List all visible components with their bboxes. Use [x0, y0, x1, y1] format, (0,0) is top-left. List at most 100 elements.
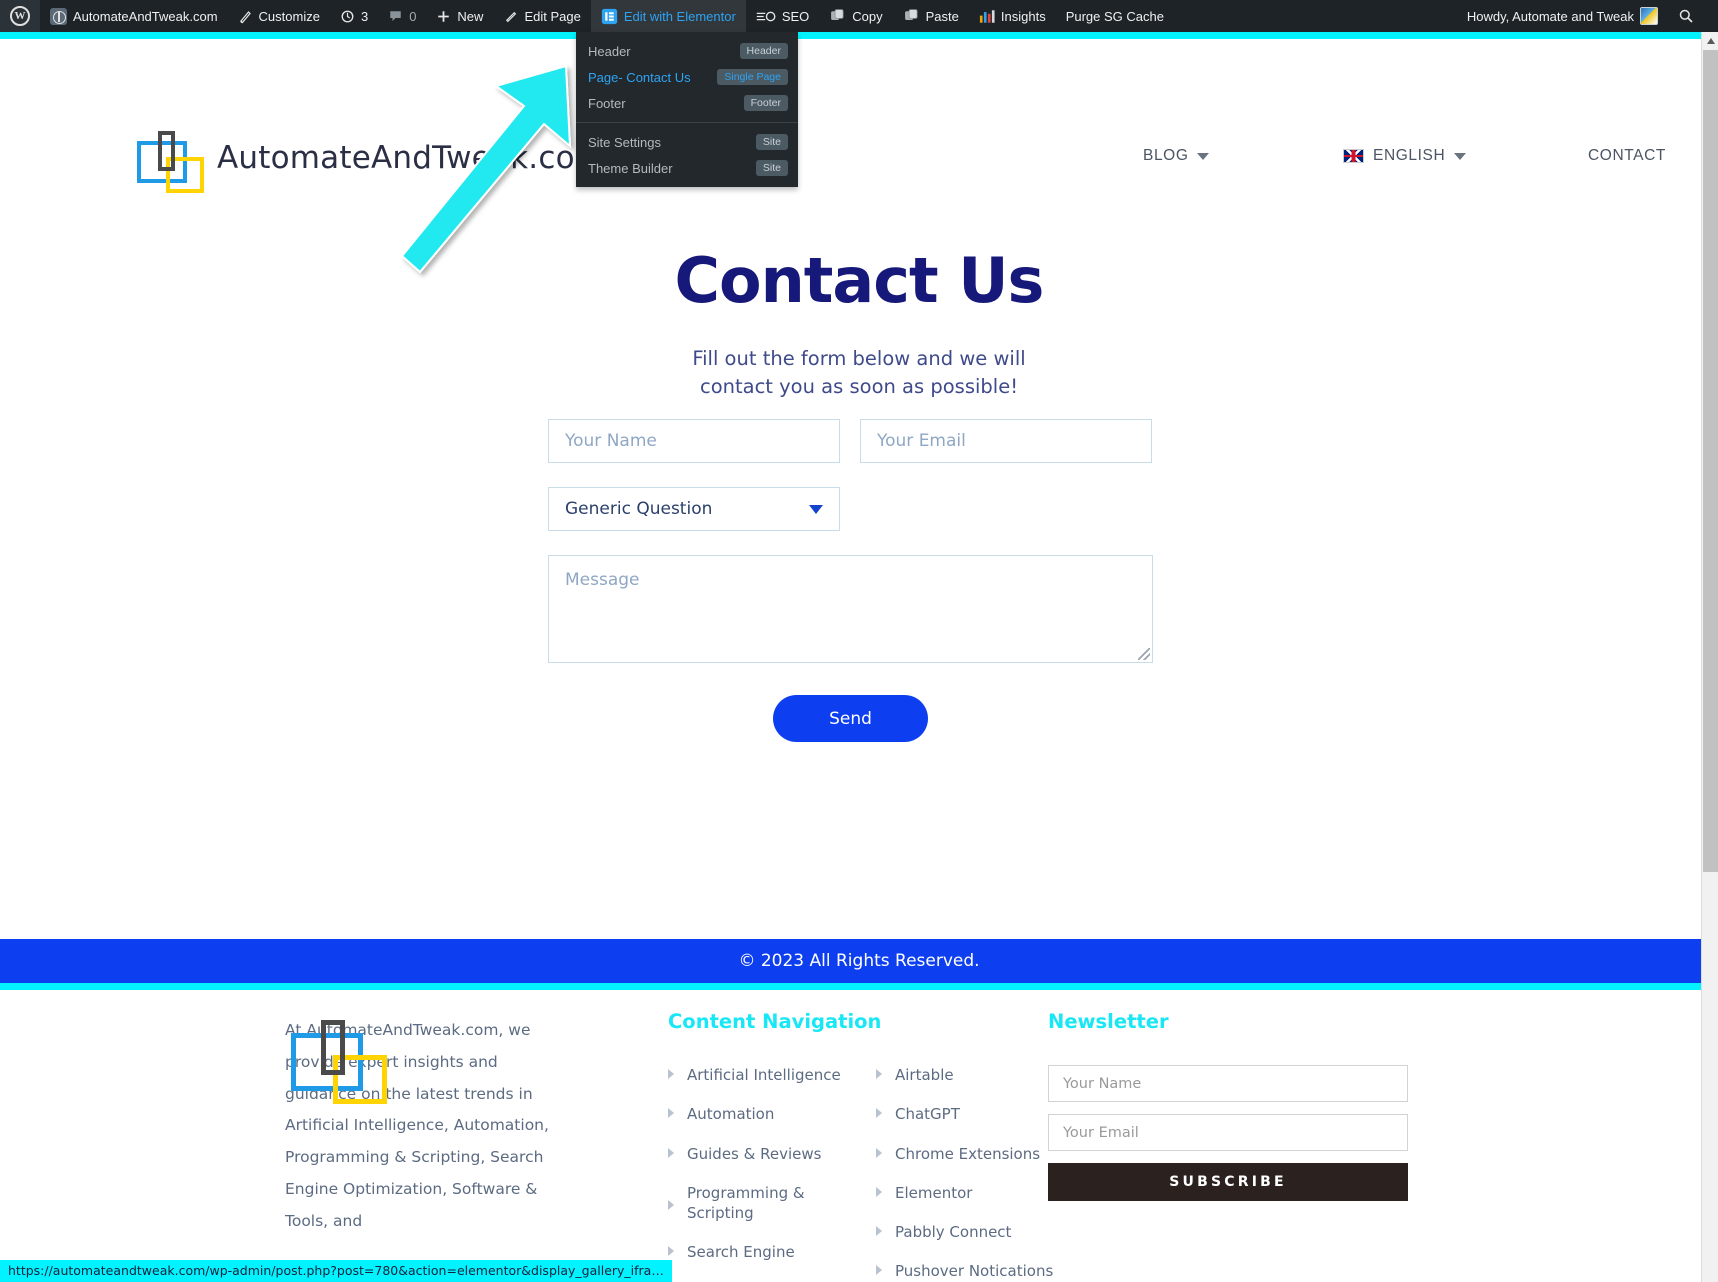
adminbar-comments[interactable]: 0: [378, 0, 426, 32]
site-logo-text: AutomateAndTweak.com: [217, 140, 606, 176]
elementor-menu-item-page-contact-us[interactable]: Page- Contact Us Single Page: [576, 64, 798, 90]
newsletter-email-field[interactable]: Your Email: [1048, 1114, 1408, 1151]
list-item[interactable]: Chrome Extensions: [876, 1144, 1066, 1164]
elementor-menu-item-header[interactable]: Header Header: [576, 38, 798, 64]
comment-bubble-icon: [388, 9, 403, 24]
paintbrush-icon: [238, 9, 253, 24]
topic-select-value: Generic Question: [565, 499, 713, 519]
edit-page-label: Edit Page: [524, 8, 581, 24]
list-item[interactable]: Programming & Scripting: [668, 1183, 858, 1224]
search-icon: [1678, 8, 1694, 24]
footer-link-label: Elementor: [895, 1183, 973, 1202]
wordpress-logo-menu[interactable]: [0, 0, 40, 32]
nav-language-label: ENGLISH: [1373, 147, 1446, 164]
contact-form: Your Name Your Email Generic Question Me…: [548, 419, 1153, 742]
list-item[interactable]: Guides & Reviews: [668, 1144, 858, 1164]
chevron-down-icon: [809, 504, 823, 514]
site-dashboard-icon: [50, 7, 67, 25]
list-item[interactable]: Pabbly Connect: [876, 1222, 1066, 1242]
adminbar-customize[interactable]: Customize: [228, 0, 330, 32]
wp-admin-bar: AutomateAndTweak.com Customize 3 0 New: [0, 0, 1718, 32]
uk-flag-icon: [1343, 149, 1364, 163]
list-item[interactable]: Artificial Intelligence: [668, 1065, 858, 1085]
page-main: Contact Us Fill out the form below and w…: [0, 169, 1718, 939]
email-field[interactable]: Your Email: [860, 419, 1152, 463]
arrow-right-icon: [876, 1069, 882, 1079]
avatar: [1640, 7, 1658, 25]
footer-link-label: ChatGPT: [895, 1105, 960, 1124]
message-placeholder: Message: [565, 570, 640, 590]
elementor-item-label: Site Settings: [588, 134, 661, 150]
arrow-right-icon: [876, 1226, 882, 1236]
site-logo[interactable]: AutomateAndTweak.com: [133, 127, 606, 193]
list-item[interactable]: ChatGPT: [876, 1104, 1066, 1124]
elementor-item-badge: Footer: [743, 95, 788, 111]
vertical-scrollbar[interactable]: [1701, 32, 1718, 1282]
topic-select[interactable]: Generic Question: [548, 487, 840, 531]
newsletter-heading: Newsletter: [1048, 1010, 1169, 1033]
elementor-item-label: Header: [588, 43, 631, 59]
arrow-right-icon: [876, 1186, 882, 1197]
nav-contact-label: CONTACT: [1588, 147, 1666, 164]
purge-cache-label: Purge SG Cache: [1065, 8, 1164, 24]
updates-refresh-icon: [340, 9, 355, 24]
name-field[interactable]: Your Name: [548, 419, 840, 463]
paste-label: Paste: [925, 8, 959, 24]
adminbar-search[interactable]: [1668, 0, 1718, 32]
elementor-item-label: Theme Builder: [588, 160, 673, 176]
chevron-down-icon: [1454, 152, 1467, 160]
copy-icon: [829, 8, 846, 24]
adminbar-copy[interactable]: Copy: [819, 0, 892, 32]
arrow-right-icon: [668, 1069, 674, 1079]
adminbar-edit-with-elementor[interactable]: Edit with Elementor: [590, 0, 746, 32]
elementor-item-label: Page- Contact Us: [588, 69, 691, 85]
list-item[interactable]: Airtable: [876, 1065, 1066, 1085]
adminbar-new[interactable]: New: [426, 0, 493, 32]
adminbar-updates[interactable]: 3: [330, 0, 378, 32]
adminbar-seo[interactable]: SEO: [746, 0, 819, 32]
comments-count: 0: [409, 8, 417, 24]
footer-link-columns: Artificial Intelligence Automation Guide…: [668, 1065, 1068, 1282]
elementor-menu-item-footer[interactable]: Footer Footer: [576, 90, 798, 116]
status-bar-url: https://automateandtweak.com/wp-admin/po…: [0, 1260, 672, 1282]
adminbar-edit-page[interactable]: Edit Page: [493, 0, 590, 32]
elementor-menu-item-site-settings[interactable]: Site Settings Site: [576, 129, 798, 155]
subscribe-button[interactable]: SUBSCRIBE: [1048, 1163, 1408, 1201]
nav-item-language[interactable]: ENGLISH: [1343, 147, 1467, 165]
arrow-right-icon: [668, 1108, 674, 1119]
list-item[interactable]: Elementor: [876, 1183, 1066, 1203]
adminbar-insights[interactable]: Insights: [969, 0, 1056, 32]
send-button[interactable]: Send: [773, 695, 928, 742]
site-footer: At AutomateAndTweak.com, we provide expe…: [0, 990, 1718, 1282]
newsletter-name-field[interactable]: Your Name: [1048, 1065, 1408, 1102]
arrow-right-icon: [668, 1147, 674, 1158]
elementor-menu-separator: [576, 122, 798, 123]
arrow-right-icon: [876, 1108, 882, 1119]
paste-icon: [903, 8, 920, 24]
cyan-accent-bar-top: [0, 32, 1718, 39]
cyan-accent-bar-footer: [0, 983, 1718, 990]
elementor-dropdown-menu: Header Header Page- Contact Us Single Pa…: [576, 32, 798, 187]
list-item[interactable]: Search Engine: [668, 1242, 858, 1262]
updates-count: 3: [360, 8, 369, 24]
list-item[interactable]: Automation: [668, 1104, 858, 1124]
bar-chart-icon: [979, 9, 995, 24]
nav-item-blog[interactable]: BLOG: [1143, 147, 1210, 165]
scrollbar-thumb[interactable]: [1703, 50, 1718, 872]
message-textarea[interactable]: Message: [548, 555, 1153, 663]
adminbar-site-name[interactable]: AutomateAndTweak.com: [40, 0, 228, 32]
elementor-item-label: Footer: [588, 95, 626, 111]
nav-item-contact[interactable]: CONTACT: [1588, 147, 1666, 165]
footer-link-label: Airtable: [895, 1066, 954, 1084]
footer-link-label: Chrome Extensions: [895, 1144, 1041, 1163]
elementor-menu-item-theme-builder[interactable]: Theme Builder Site: [576, 155, 798, 181]
site-header: AutomateAndTweak.com BLOG ENGLISH CONTAC…: [0, 39, 1718, 193]
list-item[interactable]: Pushover Notications: [876, 1261, 1066, 1281]
adminbar-paste[interactable]: Paste: [893, 0, 969, 32]
scroll-up-button[interactable]: [1702, 32, 1718, 49]
site-logo-mark-icon: [133, 127, 205, 193]
adminbar-howdy[interactable]: Howdy, Automate and Tweak: [1457, 0, 1668, 32]
adminbar-purge-cache[interactable]: Purge SG Cache: [1056, 0, 1174, 32]
chevron-down-icon: [1197, 152, 1210, 160]
resize-handle[interactable]: [1138, 648, 1150, 660]
